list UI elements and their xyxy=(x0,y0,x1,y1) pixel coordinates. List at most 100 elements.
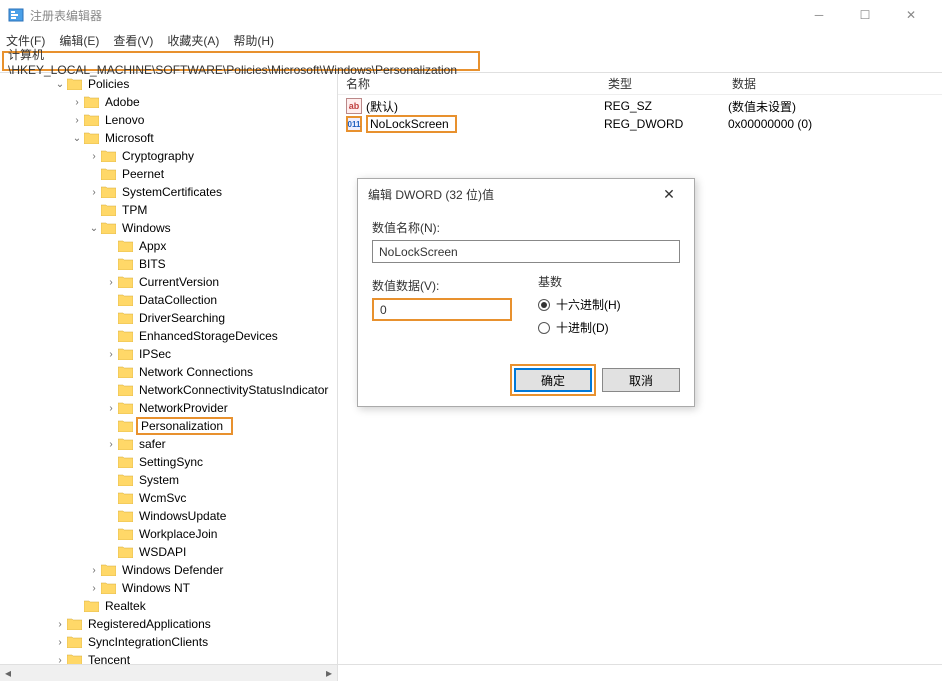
dialog-close-button[interactable]: ✕ xyxy=(654,186,684,203)
address-bar[interactable]: 计算机\HKEY_LOCAL_MACHINE\SOFTWARE\Policies… xyxy=(2,51,480,71)
chevron-right-icon[interactable]: › xyxy=(87,565,101,576)
chevron-right-icon[interactable]: › xyxy=(53,655,67,665)
chevron-right-icon[interactable]: › xyxy=(53,619,67,630)
tree-horizontal-scrollbar[interactable]: ◂ ▸ xyxy=(0,665,338,681)
value-name: (默认) xyxy=(366,98,398,115)
folder-icon xyxy=(67,636,82,648)
chevron-right-icon[interactable]: › xyxy=(53,637,67,648)
col-header-name[interactable]: 名称 xyxy=(346,75,608,92)
folder-icon xyxy=(118,240,133,252)
value-name: NoLockScreen xyxy=(366,115,457,133)
tree-item[interactable]: BITS xyxy=(2,255,337,273)
ok-button[interactable]: 确定 xyxy=(514,368,592,392)
tree-item-label: IPSec xyxy=(136,347,174,361)
tree-item[interactable]: › RegisteredApplications xyxy=(2,615,337,633)
tree-item-label: WorkplaceJoin xyxy=(136,527,220,541)
tree-item[interactable]: WorkplaceJoin xyxy=(2,525,337,543)
chevron-right-icon[interactable]: › xyxy=(70,115,84,126)
folder-icon xyxy=(118,330,133,342)
value-row[interactable]: ab(默认)REG_SZ(数值未设置) xyxy=(338,97,942,115)
tree-item[interactable]: TPM xyxy=(2,201,337,219)
value-data: 0x00000000 (0) xyxy=(728,117,812,131)
dialog-titlebar[interactable]: 编辑 DWORD (32 位)值 ✕ xyxy=(358,179,694,209)
col-header-data[interactable]: 数据 xyxy=(732,75,942,92)
chevron-down-icon[interactable]: ⌄ xyxy=(53,79,67,90)
tree-item-label: SyncIntegrationClients xyxy=(85,635,211,649)
radio-hex[interactable]: 十六进制(H) xyxy=(538,296,680,313)
tree-item[interactable]: EnhancedStorageDevices xyxy=(2,327,337,345)
tree-item[interactable]: › safer xyxy=(2,435,337,453)
edit-dword-dialog: 编辑 DWORD (32 位)值 ✕ 数值名称(N): 数值数据(V): 基数 … xyxy=(357,178,695,407)
radio-dot-icon xyxy=(538,299,550,311)
tree-item[interactable]: ›Tencent xyxy=(2,651,337,664)
scroll-left-arrow-icon[interactable]: ◂ xyxy=(0,666,16,680)
tree-item[interactable]: System xyxy=(2,471,337,489)
tree-item[interactable]: ›Windows NT xyxy=(2,579,337,597)
tree-item-label: NetworkProvider xyxy=(136,401,231,415)
tree-item[interactable]: SettingSync xyxy=(2,453,337,471)
tree-item[interactable]: ›Cryptography xyxy=(2,147,337,165)
radio-dec-label: 十进制(D) xyxy=(556,319,609,336)
tree-item[interactable]: Network Connections xyxy=(2,363,337,381)
tree-item[interactable]: WcmSvc xyxy=(2,489,337,507)
window-title: 注册表编辑器 xyxy=(30,7,796,24)
chevron-right-icon[interactable]: › xyxy=(70,97,84,108)
tree-item[interactable]: DataCollection xyxy=(2,291,337,309)
tree-item[interactable]: WSDAPI xyxy=(2,543,337,561)
tree-item-label: Realtek xyxy=(102,599,149,613)
value-name-input[interactable] xyxy=(372,240,680,263)
tree-item-label: RegisteredApplications xyxy=(85,617,214,631)
tree-item[interactable]: Peernet xyxy=(2,165,337,183)
window-maximize-button[interactable]: ☐ xyxy=(842,0,888,30)
tree-item-label: Adobe xyxy=(102,95,143,109)
tree-item[interactable]: NetworkConnectivityStatusIndicator xyxy=(2,381,337,399)
folder-icon xyxy=(67,654,82,664)
scroll-track[interactable] xyxy=(16,665,321,681)
tree-item[interactable]: ⌄Microsoft xyxy=(2,129,337,147)
value-list: ab(默认)REG_SZ(数值未设置)011NoLockScreenREG_DW… xyxy=(338,95,942,135)
tree-item-label: Appx xyxy=(136,239,169,253)
tree-item[interactable]: ⌄ Windows xyxy=(2,219,337,237)
tree-item[interactable]: › NetworkProvider xyxy=(2,399,337,417)
tree-item[interactable]: Personalization xyxy=(2,417,337,435)
value-type: REG_DWORD xyxy=(604,117,728,131)
window-minimize-button[interactable]: ─ xyxy=(796,0,842,30)
chevron-right-icon[interactable]: › xyxy=(87,187,101,198)
tree-item[interactable]: Appx xyxy=(2,237,337,255)
tree-item[interactable]: › Lenovo xyxy=(2,111,337,129)
chevron-right-icon[interactable]: › xyxy=(87,583,101,594)
chevron-right-icon[interactable]: › xyxy=(104,277,118,288)
tree-item[interactable]: › IPSec xyxy=(2,345,337,363)
tree-item-label: CurrentVersion xyxy=(136,275,222,289)
tree-item[interactable]: › SyncIntegrationClients xyxy=(2,633,337,651)
radio-dec[interactable]: 十进制(D) xyxy=(538,319,680,336)
chevron-down-icon[interactable]: ⌄ xyxy=(87,223,101,234)
value-row[interactable]: 011NoLockScreenREG_DWORD0x00000000 (0) xyxy=(338,115,942,133)
chevron-right-icon[interactable]: › xyxy=(104,439,118,450)
tree-item[interactable]: Realtek xyxy=(2,597,337,615)
tree-item-label: WindowsUpdate xyxy=(136,509,229,523)
tree-item-label: safer xyxy=(136,437,169,451)
radio-dot-icon xyxy=(538,322,550,334)
scroll-right-arrow-icon[interactable]: ▸ xyxy=(321,666,337,680)
tree-item[interactable]: ›Windows Defender xyxy=(2,561,337,579)
folder-icon xyxy=(118,276,133,288)
tree-item[interactable]: ⌄Policies xyxy=(2,75,337,93)
dialog-buttons: 确定 取消 xyxy=(372,368,680,392)
tree-item-label: Lenovo xyxy=(102,113,147,127)
chevron-right-icon[interactable]: › xyxy=(104,349,118,360)
tree-item[interactable]: ›SystemCertificates xyxy=(2,183,337,201)
value-data-input[interactable] xyxy=(372,298,512,321)
chevron-down-icon[interactable]: ⌄ xyxy=(70,133,84,144)
cancel-button[interactable]: 取消 xyxy=(602,368,680,392)
col-header-type[interactable]: 类型 xyxy=(608,75,732,92)
chevron-right-icon[interactable]: › xyxy=(87,151,101,162)
tree-item[interactable]: WindowsUpdate xyxy=(2,507,337,525)
tree-item[interactable]: DriverSearching xyxy=(2,309,337,327)
window-close-button[interactable]: ✕ xyxy=(888,0,934,30)
tree-pane[interactable]: ⌄Policies › Adobe › Lenovo ⌄Microsoft›Cryptog… xyxy=(0,73,338,664)
tree-item[interactable]: › CurrentVersion xyxy=(2,273,337,291)
tree-item[interactable]: › Adobe xyxy=(2,93,337,111)
tree-item-label: Windows xyxy=(119,221,174,235)
chevron-right-icon[interactable]: › xyxy=(104,403,118,414)
